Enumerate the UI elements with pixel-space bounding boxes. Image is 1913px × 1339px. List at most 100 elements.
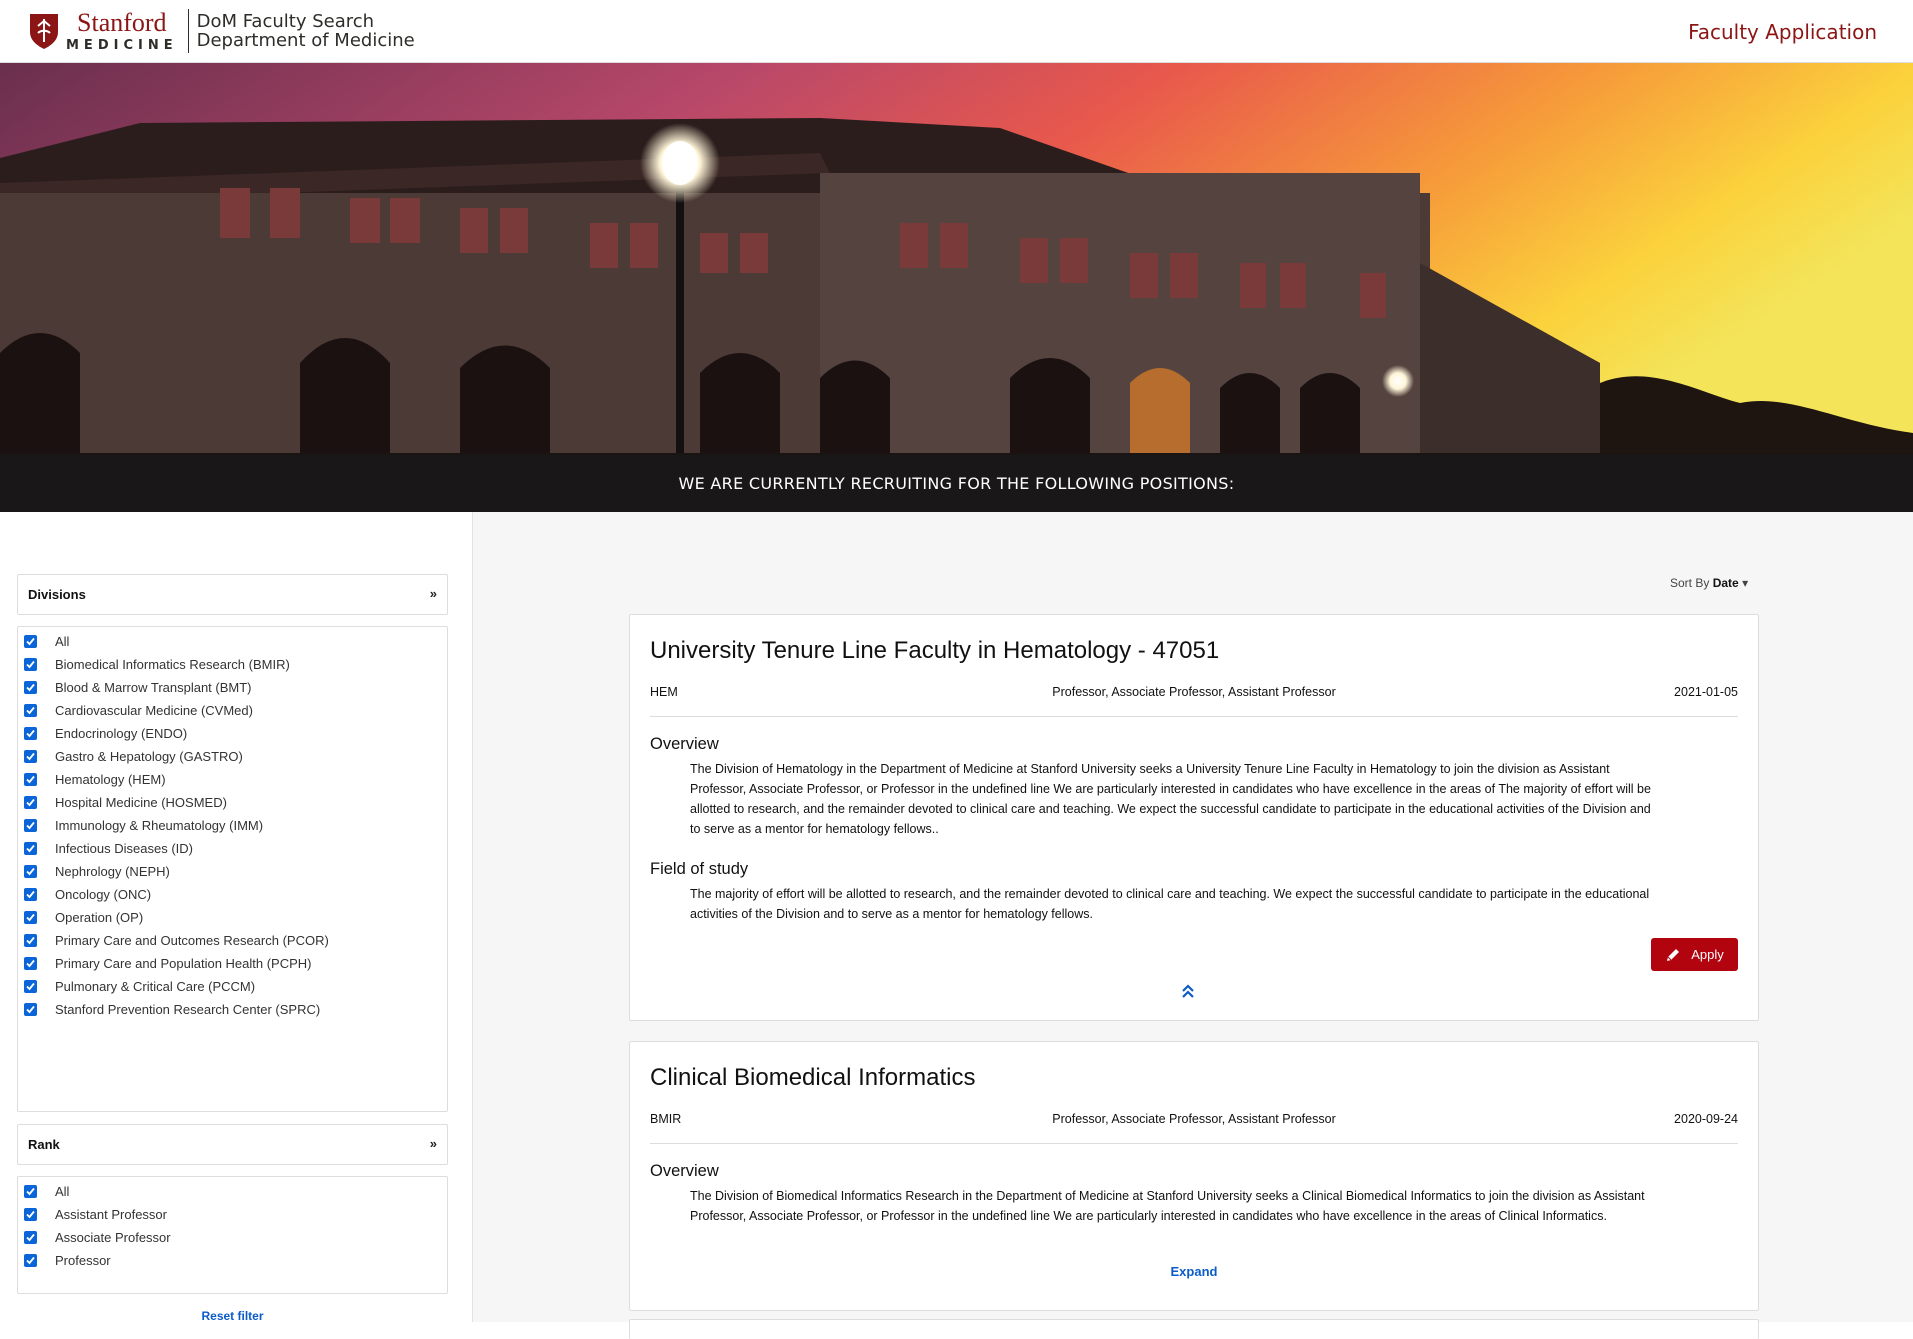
rank-option-label: Professor <box>55 1252 111 1268</box>
checkbox-icon[interactable] <box>24 1230 37 1244</box>
division-option-label: Oncology (ONC) <box>55 886 152 902</box>
overview-line: Professor, Associate Professor, or Profe… <box>690 1209 1607 1223</box>
checkbox-icon[interactable] <box>24 841 37 855</box>
rank-option-associate[interactable]: Associate Professor <box>24 1226 171 1248</box>
checkbox-icon[interactable] <box>24 703 37 717</box>
division-option-sprc[interactable]: Stanford Prevention Research Center (SPR… <box>24 998 320 1020</box>
checkbox-icon[interactable] <box>24 979 37 993</box>
division-option-bmt[interactable]: Blood & Marrow Transplant (BMT) <box>24 676 252 698</box>
division-option-label: Infectious Diseases (ID) <box>55 840 193 856</box>
overview-line: The Division of Hematology in the Depart… <box>690 762 1610 776</box>
overview-line: allotted to research, and the remainder … <box>690 802 1651 816</box>
stanford-medicine-logo[interactable]: Stanford MEDICINE DoM Faculty Search Dep… <box>28 9 415 53</box>
division-option-neph[interactable]: Nephrology (NEPH) <box>24 860 170 882</box>
divider <box>650 716 1738 717</box>
chevron-double-down-icon[interactable]: » <box>430 586 437 601</box>
reset-filter-link[interactable]: Reset filter <box>0 1309 465 1323</box>
division-option-cvmed[interactable]: Cardiovascular Medicine (CVMed) <box>24 699 253 721</box>
checkbox-icon[interactable] <box>24 1184 37 1198</box>
chevron-double-up-icon[interactable] <box>1180 983 1196 999</box>
apply-button-label: Apply <box>1691 947 1724 962</box>
sort-by-control[interactable]: Sort By Date ▾ <box>1670 576 1748 590</box>
division-option-label: Gastro & Hepatology (GASTRO) <box>55 748 243 764</box>
job-card: University Tenure Line Faculty in Hemato… <box>629 614 1759 1021</box>
job-date: 2020-09-24 <box>1674 1112 1738 1126</box>
job-date: 2021-01-05 <box>1674 685 1738 699</box>
division-option-hem[interactable]: Hematology (HEM) <box>24 768 166 790</box>
division-option-gastro[interactable]: Gastro & Hepatology (GASTRO) <box>24 745 243 767</box>
rank-option-label: Assistant Professor <box>55 1206 167 1222</box>
site-subtitle: Department of Medicine <box>196 30 415 51</box>
division-option-label: All <box>55 633 70 649</box>
job-meta-row: BMIR Professor, Associate Professor, Ass… <box>650 1112 1738 1130</box>
division-option-label: Hematology (HEM) <box>55 771 166 787</box>
checkbox-icon[interactable] <box>24 726 37 740</box>
checkbox-icon[interactable] <box>24 795 37 809</box>
checkbox-icon[interactable] <box>24 634 37 648</box>
overview-heading: Overview <box>650 1162 719 1180</box>
rank-option-professor[interactable]: Professor <box>24 1249 111 1271</box>
overview-text: The Division of Biomedical Informatics R… <box>690 1186 1738 1226</box>
overview-line: The Division of Biomedical Informatics R… <box>690 1189 1645 1203</box>
rank-filter-header[interactable]: Rank » <box>17 1124 448 1165</box>
checkbox-icon[interactable] <box>24 887 37 901</box>
division-option-pcph[interactable]: Primary Care and Population Health (PCPH… <box>24 952 312 974</box>
division-option-label: Immunology & Rheumatology (IMM) <box>55 817 264 833</box>
rank-filter-list: All Assistant Professor Associate Profes… <box>17 1176 448 1294</box>
division-option-label: Pulmonary & Critical Care (PCCM) <box>55 978 256 994</box>
checkbox-icon[interactable] <box>24 1253 37 1267</box>
division-option-all[interactable]: All <box>24 630 69 652</box>
division-option-op[interactable]: Operation (OP) <box>24 906 143 928</box>
job-listings: Sort By Date ▾ University Tenure Line Fa… <box>473 512 1913 1339</box>
sort-by-label: Sort By <box>1670 576 1710 590</box>
job-ranks: Professor, Associate Professor, Assistan… <box>1052 1112 1336 1126</box>
division-option-label: Primary Care and Outcomes Research (PCOR… <box>55 932 329 948</box>
job-title[interactable]: University Tenure Line Faculty in Hemato… <box>650 637 1219 665</box>
division-option-id[interactable]: Infectious Diseases (ID) <box>24 837 193 859</box>
pencil-icon <box>1665 947 1681 963</box>
caret-down-icon[interactable]: ▾ <box>1742 576 1748 590</box>
checkbox-icon[interactable] <box>24 910 37 924</box>
field-of-study-text: The majority of effort will be allotted … <box>690 884 1738 924</box>
campus-sunset-image <box>0 63 1913 512</box>
division-option-label: Primary Care and Population Health (PCPH… <box>55 955 312 971</box>
division-option-onc[interactable]: Oncology (ONC) <box>24 883 151 905</box>
division-option-imm[interactable]: Immunology & Rheumatology (IMM) <box>24 814 263 836</box>
job-title[interactable]: Clinical Biomedical Informatics <box>650 1064 975 1092</box>
checkbox-icon[interactable] <box>24 818 37 832</box>
division-option-label: Biomedical Informatics Research (BMIR) <box>55 656 290 672</box>
checkbox-icon[interactable] <box>24 1207 37 1221</box>
checkbox-icon[interactable] <box>24 956 37 970</box>
apply-button[interactable]: Apply <box>1651 938 1738 971</box>
divisions-filter-list: All Biomedical Informatics Research (BMI… <box>17 626 448 1112</box>
division-option-endo[interactable]: Endocrinology (ENDO) <box>24 722 187 744</box>
expand-link[interactable]: Expand <box>630 1264 1758 1279</box>
sort-by-value[interactable]: Date <box>1713 576 1739 590</box>
rank-option-all[interactable]: All <box>24 1180 69 1202</box>
division-option-bmir[interactable]: Biomedical Informatics Research (BMIR) <box>24 653 290 675</box>
job-ranks: Professor, Associate Professor, Assistan… <box>1052 685 1336 699</box>
division-option-label: Operation (OP) <box>55 909 144 925</box>
checkbox-icon[interactable] <box>24 772 37 786</box>
rank-option-assistant[interactable]: Assistant Professor <box>24 1203 167 1225</box>
top-header: Stanford MEDICINE DoM Faculty Search Dep… <box>0 0 1913 63</box>
checkbox-icon[interactable] <box>24 680 37 694</box>
logo-divider <box>187 9 189 53</box>
divisions-filter-header[interactable]: Divisions » <box>17 574 448 615</box>
overview-text: The Division of Hematology in the Depart… <box>690 759 1738 839</box>
checkbox-icon[interactable] <box>24 1002 37 1016</box>
checkbox-icon[interactable] <box>24 933 37 947</box>
division-option-pcor[interactable]: Primary Care and Outcomes Research (PCOR… <box>24 929 329 951</box>
filter-sidebar: Divisions » All Biomedical Informatics R… <box>0 512 473 1323</box>
division-option-label: Endocrinology (ENDO) <box>55 725 188 741</box>
chevron-double-down-icon[interactable]: » <box>430 1136 437 1151</box>
division-option-label: Blood & Marrow Transplant (BMT) <box>55 679 252 695</box>
checkbox-icon[interactable] <box>24 864 37 878</box>
rank-option-label: All <box>55 1183 70 1199</box>
faculty-application-link[interactable]: Faculty Application <box>1688 20 1877 44</box>
checkbox-icon[interactable] <box>24 749 37 763</box>
divider <box>650 1143 1738 1144</box>
checkbox-icon[interactable] <box>24 657 37 671</box>
division-option-pccm[interactable]: Pulmonary & Critical Care (PCCM) <box>24 975 255 997</box>
division-option-hosmed[interactable]: Hospital Medicine (HOSMED) <box>24 791 227 813</box>
